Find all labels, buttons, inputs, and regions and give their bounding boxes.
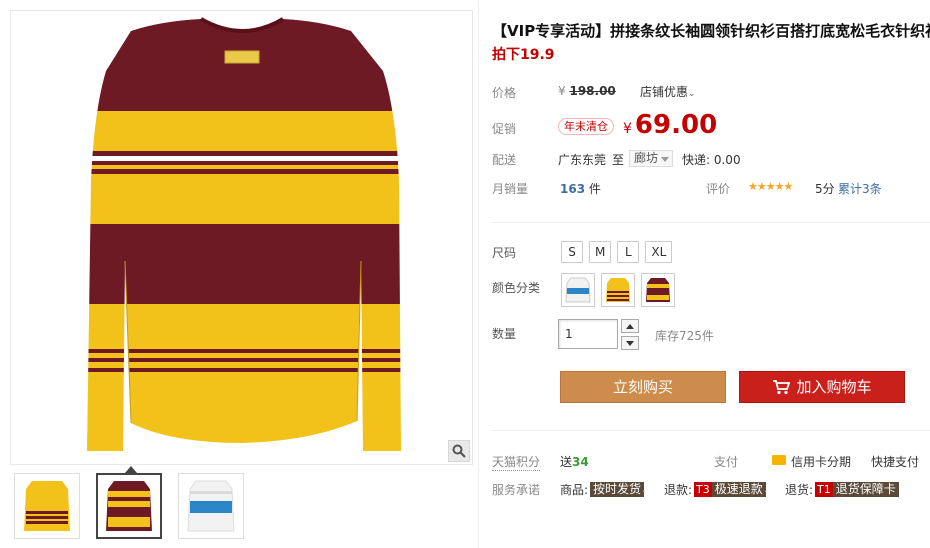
color-swatch-image [565,277,591,303]
size-label: 尺码 [492,246,517,260]
monthly-sales-count: 163 [560,182,586,196]
ship-from: 广东东莞 [558,153,607,167]
color-options [561,273,675,307]
color-option-maroon-yellow[interactable] [641,273,675,307]
thumbnail-image [24,481,70,531]
size-options: S M L XL [561,241,673,263]
size-option-l[interactable]: L [617,241,640,263]
service-return-label: 退货: [785,483,814,497]
tmall-points: 送34 [560,453,589,470]
separator-dot: . [764,481,768,495]
service-return-badge: T1 [815,482,833,497]
payment-label: 支付 [714,455,739,469]
quantity-label: 数量 [492,327,517,341]
original-price-value: 198.00 [569,84,616,98]
original-price: ¥ 198.00 [558,84,616,98]
rating-score: 5分 [815,182,835,196]
color-swatch-image [646,278,670,302]
thumbnail-maroon[interactable] [96,466,162,539]
zoom-icon[interactable] [448,440,470,462]
quantity-increase-button[interactable] [621,319,639,333]
add-to-cart-label: 加入购物车 [796,378,872,396]
color-option-yellow-maroon[interactable] [601,273,635,307]
tmall-points-prefix: 送 [560,455,573,469]
separator-dot: . [642,481,646,495]
color-swatch-image [606,278,630,302]
monthly-sales: 163 件 [560,180,601,197]
chevron-down-icon [626,340,634,346]
thumbnail-strip [14,466,244,543]
price-label: 价格 [492,86,517,100]
cart-icon [773,380,791,395]
rating-count-link[interactable]: 累计3条 [838,180,882,197]
service-promise-label: 服务承诺 [492,483,541,497]
stock-count: 库存725件 [655,329,714,343]
sweater-illustration [87,17,401,451]
credit-installment[interactable]: 信用卡分期 [791,453,851,470]
size-option-m[interactable]: M [589,241,612,263]
divider [492,430,930,431]
size-option-xl[interactable]: XL [645,241,673,263]
thumbnail-image [106,481,152,531]
service-refund-badge: T3 [694,482,712,497]
service-return[interactable]: 退货: T1 退货保障卡 [785,481,899,498]
star-rating-icon: ★★★★★ [748,180,793,193]
service-goods-label: 商品: [560,483,589,497]
chevron-down-icon [661,157,669,162]
service-refund-label: 退款: [664,483,693,497]
currency-symbol: ¥ [558,84,566,98]
main-product-image[interactable] [10,10,473,465]
chevron-down-icon: ⌄ [688,89,696,99]
shipping-label: 配送 [492,153,517,167]
thumbnail-white-blue[interactable] [178,473,244,539]
service-refund[interactable]: 退款: T3 极速退款 [664,481,766,498]
divider [492,222,930,223]
service-return-tag: 退货保障卡 [832,482,899,497]
promo-price-value: 69.00 [634,110,718,140]
thumbnail-yellow[interactable] [14,473,80,539]
add-to-cart-button[interactable]: 加入购物车 [739,371,905,403]
store-promo-label: 店铺优惠 [640,85,689,99]
monthly-sales-label: 月销量 [492,182,529,196]
service-refund-tag: 极速退款 [711,482,766,497]
tmall-points-value: 34 [572,455,589,469]
size-option-s[interactable]: S [561,241,583,263]
promo-label: 促销 [492,122,517,136]
promo-badge: 年末清仓 [558,118,614,135]
service-goods[interactable]: 商品: 按时发货 [560,481,645,498]
shipping-fee: 快递: 0.00 [682,153,741,167]
thumbnail-image [187,480,235,532]
color-label: 颜色分类 [492,281,541,295]
color-option-white-blue[interactable] [561,273,595,307]
buy-now-button[interactable]: 立刻购买 [560,371,726,403]
quick-pay[interactable]: 快捷支付 [871,453,919,470]
credit-card-icon [772,455,786,465]
promo-price: ¥69.00 [623,110,717,140]
tmall-points-label[interactable]: 天猫积分 [492,453,541,471]
product-title: 【VIP专享活动】拼接条纹长袖圆领针织衫百搭打底宽松毛衣针织衫 [492,22,930,40]
currency-symbol: ¥ [623,121,632,137]
quantity-input[interactable]: 1 [558,319,618,349]
store-promo-dropdown[interactable]: 店铺优惠⌄ [640,83,696,100]
chevron-up-icon [626,323,634,329]
destination-city: 廊坊 [634,151,659,165]
divider [478,0,479,548]
destination-city-select[interactable]: 廊坊 [629,150,673,167]
monthly-sales-unit: 件 [588,182,601,196]
product-subtitle: 拍下19.9 [492,47,555,63]
quantity-decrease-button[interactable] [621,336,639,350]
ship-to-word: 至 [612,153,625,167]
rating-label: 评价 [706,182,731,196]
service-goods-tag: 按时发货 [590,482,645,497]
